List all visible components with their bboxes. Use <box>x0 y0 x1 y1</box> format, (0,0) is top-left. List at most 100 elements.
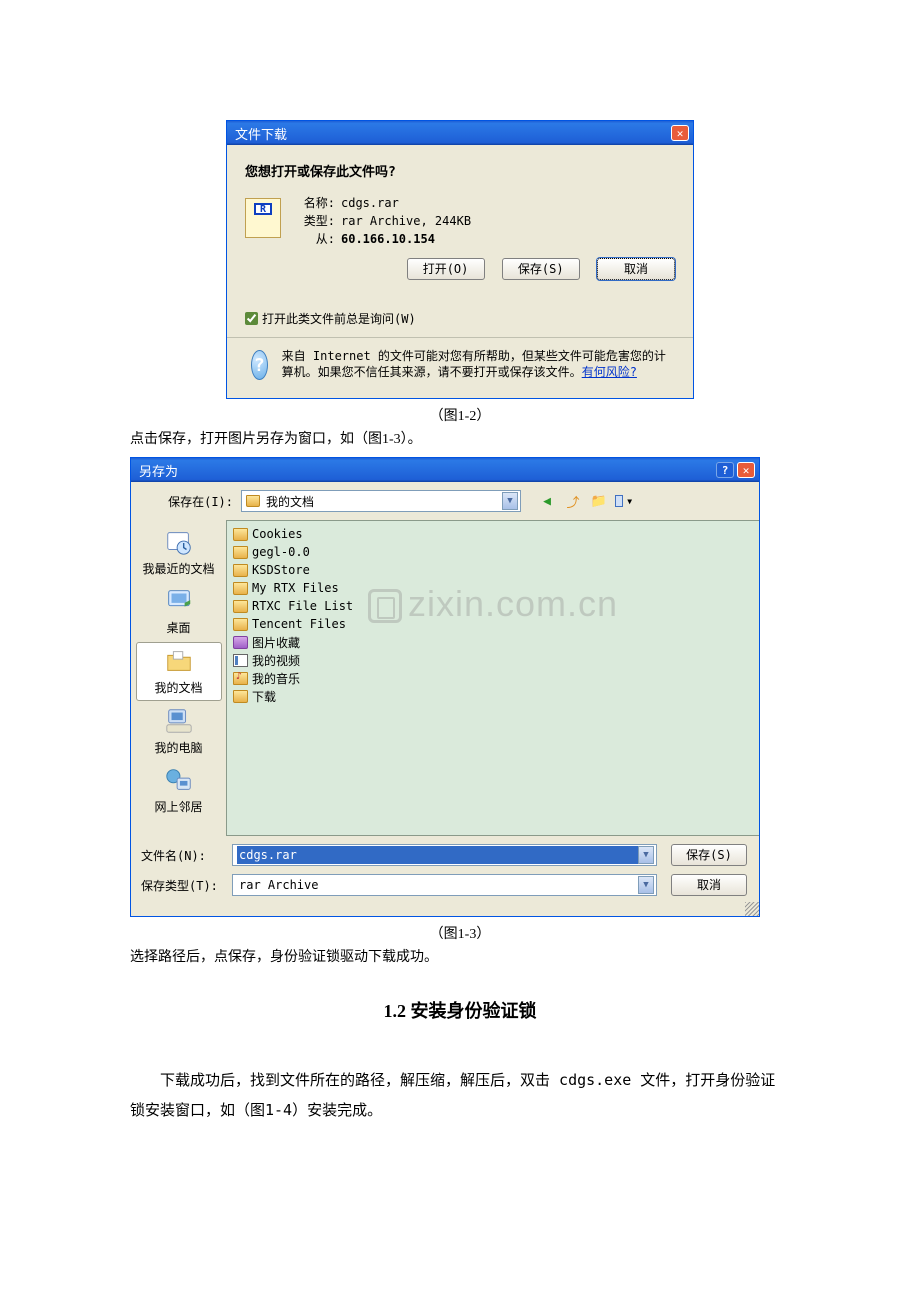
place-label: 我的电脑 <box>136 739 222 756</box>
save-in-label: 保存在(I): <box>141 493 241 510</box>
file-source: 60.166.10.154 <box>341 232 435 246</box>
list-item-label: 我的音乐 <box>252 670 300 687</box>
dialog-title: 文件下载 <box>235 124 287 143</box>
titlebar[interactable]: 文件下载 ✕ <box>227 121 693 145</box>
rar-badge-icon: R <box>254 203 272 215</box>
place-network[interactable]: 网上邻居 <box>136 762 222 819</box>
list-item[interactable]: 我的音乐 <box>233 669 753 687</box>
save-button[interactable]: 保存(S) <box>671 844 747 866</box>
folder-icon <box>233 690 248 703</box>
list-item-label: Tencent Files <box>252 617 346 631</box>
purple-icon <box>233 636 248 649</box>
body-text-2: 选择路径后，点保存，身份验证锁驱动下载成功。 <box>130 947 790 969</box>
list-item[interactable]: 我的视频 <box>233 651 753 669</box>
place-label: 桌面 <box>136 619 222 636</box>
file-icon: R <box>245 198 281 238</box>
folder-icon <box>233 564 248 577</box>
section-heading-1-2: 1.2 安装身份验证锁 <box>130 997 790 1023</box>
list-item-label: 图片收藏 <box>252 634 300 651</box>
save-button[interactable]: 保存(S) <box>502 258 580 280</box>
folder-icon <box>233 582 248 595</box>
filename-input[interactable]: ▼ <box>232 844 657 866</box>
figure-caption-1-3: （图1-3） <box>130 923 790 943</box>
chevron-down-icon[interactable]: ▼ <box>638 846 654 864</box>
chevron-down-icon[interactable]: ▼ <box>502 492 518 510</box>
resize-grip-icon[interactable] <box>745 902 759 916</box>
name-label: 名称: <box>299 194 335 212</box>
up-folder-icon[interactable]: ⤴ <box>563 491 583 511</box>
warning-text: 来自 Internet 的文件可能对您有所帮助，但某些文件可能危害您的计算机。如… <box>282 348 669 380</box>
list-item-label: 我的视频 <box>252 652 300 669</box>
music-icon <box>233 672 248 685</box>
type-label: 类型: <box>299 212 335 230</box>
cancel-button[interactable]: 取消 <box>597 258 675 280</box>
place-label: 网上邻居 <box>136 798 222 815</box>
cancel-button[interactable]: 取消 <box>671 874 747 896</box>
list-item-label: KSDStore <box>252 563 310 577</box>
desktop-icon <box>162 585 196 617</box>
info-icon: ? <box>251 350 268 380</box>
list-item[interactable]: Tencent Files <box>233 615 753 633</box>
folder-icon <box>246 495 260 507</box>
body-text-1: 点击保存，打开图片另存为窗口，如（图1-3）。 <box>130 429 790 451</box>
place-label: 我的文档 <box>137 679 221 696</box>
file-metadata: 名称:cdgs.rar 类型:rar Archive, 244KB 从:60.1… <box>299 194 471 248</box>
list-item[interactable]: 下载 <box>233 687 753 705</box>
section-body: 下载成功后，找到文件所在的路径，解压缩，解压后，双击 cdgs.exe 文件，打… <box>130 1065 790 1125</box>
file-name: cdgs.rar <box>341 196 399 210</box>
prompt-question: 您想打开或保存此文件吗? <box>245 161 675 180</box>
figure-caption-1-2: （图1-2） <box>130 405 790 425</box>
view-menu-icon[interactable]: ▼ <box>615 491 635 511</box>
list-item[interactable]: My RTX Files <box>233 579 753 597</box>
chevron-down-icon[interactable]: ▼ <box>638 876 654 894</box>
risk-link[interactable]: 有何风险? <box>582 365 637 379</box>
save-in-combo[interactable]: 我的文档 ▼ <box>241 490 521 512</box>
folder-icon <box>233 546 248 559</box>
documents-icon <box>162 645 196 677</box>
list-item[interactable]: RTXC File List <box>233 597 753 615</box>
file-download-dialog: 文件下载 ✕ 您想打开或保存此文件吗? R 名称: cdgs.rar 类型: rar… <box>226 120 694 399</box>
place-desktop[interactable]: 桌面 <box>136 583 222 640</box>
back-icon[interactable]: ◀ <box>537 491 557 511</box>
always-ask-label: 打开此类文件前总是询问(W) <box>262 310 416 327</box>
list-item[interactable]: gegl-0.0 <box>233 543 753 561</box>
network-icon <box>162 764 196 796</box>
list-item-label: RTXC File List <box>252 599 353 613</box>
folder-icon <box>233 618 248 631</box>
folder-icon <box>233 600 248 613</box>
computer-icon <box>162 705 196 737</box>
place-mydocs[interactable]: 我的文档 <box>136 642 222 701</box>
new-folder-icon[interactable]: 📁 <box>589 491 609 511</box>
places-bar: 我最近的文档 桌面 我的文档 我的电脑 <box>131 520 226 836</box>
list-item-label: My RTX Files <box>252 581 339 595</box>
folder-icon <box>233 528 248 541</box>
list-item[interactable]: 图片收藏 <box>233 633 753 651</box>
place-label: 我最近的文档 <box>136 560 222 577</box>
filetype-combo[interactable]: ▼ <box>232 874 657 896</box>
dialog-title: 另存为 <box>139 461 178 480</box>
list-item[interactable]: Cookies <box>233 525 753 543</box>
help-icon[interactable]: ? <box>716 462 734 478</box>
save-as-dialog: 另存为 ? ✕ 保存在(I): 我的文档 ▼ ◀ ⤴ 📁 ▼ 我最近的文档 <box>130 457 760 917</box>
always-ask-checkbox[interactable] <box>245 312 258 325</box>
close-icon[interactable]: ✕ <box>671 125 689 141</box>
divider <box>227 337 693 338</box>
save-in-value: 我的文档 <box>266 493 314 510</box>
place-mycomputer[interactable]: 我的电脑 <box>136 703 222 760</box>
titlebar[interactable]: 另存为 ? ✕ <box>131 458 759 482</box>
open-button[interactable]: 打开(O) <box>407 258 485 280</box>
list-item-label: Cookies <box>252 527 303 541</box>
filename-field[interactable] <box>237 846 638 864</box>
list-item-label: 下载 <box>252 688 276 705</box>
file-type: rar Archive, 244KB <box>341 214 471 228</box>
video-icon <box>233 654 248 667</box>
filetype-label: 保存类型(T): <box>131 877 226 894</box>
filetype-field[interactable] <box>237 876 638 894</box>
place-recent[interactable]: 我最近的文档 <box>136 524 222 581</box>
list-item-label: gegl-0.0 <box>252 545 310 559</box>
recent-icon <box>162 526 196 558</box>
list-item[interactable]: KSDStore <box>233 561 753 579</box>
close-icon[interactable]: ✕ <box>737 462 755 478</box>
file-list[interactable]: Cookies gegl-0.0 KSDStore My RTX Files RTXC … <box>226 520 759 836</box>
toolbar-nav: ◀ ⤴ 📁 ▼ <box>537 491 635 511</box>
